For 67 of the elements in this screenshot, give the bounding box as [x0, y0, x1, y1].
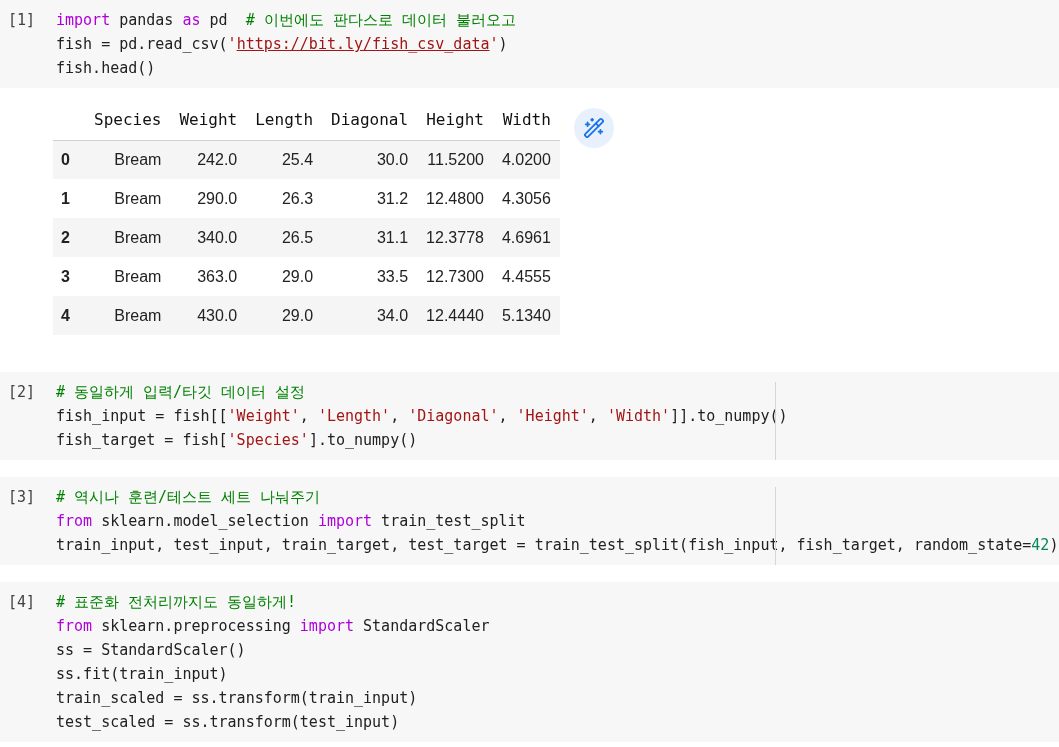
execution-count: [1] — [7, 10, 37, 31]
table-cell: Bream — [85, 218, 171, 257]
table-cell: 12.7300 — [417, 257, 493, 296]
magic-wand-button[interactable] — [573, 108, 614, 148]
table-cell: 11.5200 — [417, 140, 493, 179]
code-line: test_scaled = ss.transform(test_input) — [56, 712, 401, 733]
code-line: train_scaled = ss.transform(train_input) — [56, 688, 419, 709]
table-cell: 242.0 — [170, 140, 247, 179]
table-cell: 33.5 — [322, 257, 418, 296]
table-cell: 430.0 — [170, 296, 247, 335]
table-cell: 4.0200 — [492, 140, 560, 179]
code-line: import pandas as pd # 이번에도 판다스로 데이터 불러오고 — [56, 10, 516, 31]
column-header: Species — [85, 100, 171, 140]
column-header: Width — [492, 100, 560, 140]
code-line: from sklearn.model_selection import train_test_split — [56, 511, 527, 532]
table-cell: 26.5 — [246, 218, 323, 257]
table-cell: Bream — [85, 140, 171, 179]
table-cell: 30.0 — [322, 140, 418, 179]
code-line: from sklearn.preprocessing import StandardScaler — [56, 616, 490, 637]
table-cell: 31.1 — [322, 218, 418, 257]
table-cell: Bream — [85, 257, 171, 296]
code-cell[interactable]: [2] # 동일하게 입력/타깃 데이터 설정 fish_input = fish[['Weight', 'Length', 'Diagonal', 'Height', 'Width']].to_numpy() fish_target = fish['Species'].to_numpy() — [0, 372, 1059, 460]
code-cell[interactable]: [1] import pandas as pd # 이번에도 판다스로 데이터 불러오고 fish = pd.read_csv('https://bit.ly/fish_csv_data') fish.head() — [0, 0, 1059, 88]
table-cell: 363.0 — [170, 257, 247, 296]
column-header: Height — [417, 100, 493, 140]
execution-count: [2] — [7, 382, 37, 403]
row-index: 2 — [53, 218, 85, 257]
row-index: 4 — [53, 296, 85, 335]
code-line: ss.fit(train_input) — [56, 664, 229, 685]
row-index: 0 — [53, 140, 85, 179]
code-line: ss = StandardScaler() — [56, 640, 247, 661]
table-cell: Bream — [85, 296, 171, 335]
code-line: # 역시나 훈련/테스트 세트 나눠주기 — [56, 487, 322, 508]
code-cell[interactable]: [3] # 역시나 훈련/테스트 세트 나눠주기 from sklearn.model_selection import train_test_split train_input, test_input, train_target, test_target = train_test_split(fish_input, fish_target, random_state=42) — [0, 477, 1059, 565]
code-line: train_input, test_input, train_target, test_target = train_test_split(fish_input, fish_target, random_state=42) — [56, 535, 1059, 556]
table-cell: 31.2 — [322, 179, 418, 218]
code-line: fish.head() — [56, 58, 157, 79]
code-line: fish = pd.read_csv('https://bit.ly/fish_csv_data') — [56, 34, 509, 55]
row-index: 3 — [53, 257, 85, 296]
table-cell: 29.0 — [246, 257, 323, 296]
code-cell[interactable]: [4] # 표준화 전처리까지도 동일하게! from sklearn.preprocessing import StandardScaler ss = StandardScaler() ss.fit(train_input) train_scaled = ss.transform(train_input) test_scaled = ss.transform(test_input) — [0, 582, 1059, 742]
table-cell: 12.4800 — [417, 179, 493, 218]
code-line: # 표준화 전처리까지도 동일하게! — [56, 592, 298, 613]
table-cell: 34.0 — [322, 296, 418, 335]
code-line: fish_input = fish[['Weight', 'Length', 'Diagonal', 'Height', 'Width']].to_numpy() — [56, 406, 788, 427]
table-cell: 26.3 — [246, 179, 323, 218]
table-cell: 25.4 — [246, 140, 323, 179]
table-cell: 290.0 — [170, 179, 247, 218]
table-cell: 4.6961 — [492, 218, 560, 257]
column-header: Weight — [170, 100, 247, 140]
execution-count: [3] — [7, 487, 37, 508]
execution-count: [4] — [7, 592, 37, 613]
table-cell: Bream — [85, 179, 171, 218]
url-link[interactable]: https://bit.ly/fish_csv_data — [236, 35, 490, 53]
table-cell: 340.0 — [170, 218, 247, 257]
table-cell: 12.3778 — [417, 218, 493, 257]
code-line: # 동일하게 입력/타깃 데이터 설정 — [56, 382, 307, 403]
column-header: Length — [246, 100, 323, 140]
table-cell: 29.0 — [246, 296, 323, 335]
table-cell: 12.4440 — [417, 296, 493, 335]
table-cell: 5.1340 — [492, 296, 560, 335]
column-header: Diagonal — [322, 100, 418, 140]
code-line: fish_target = fish['Species'].to_numpy() — [56, 430, 419, 451]
table-cell: 4.3056 — [492, 179, 560, 218]
row-index: 1 — [53, 179, 85, 218]
magic-wand-icon — [582, 117, 605, 139]
table-cell: 4.4555 — [492, 257, 560, 296]
